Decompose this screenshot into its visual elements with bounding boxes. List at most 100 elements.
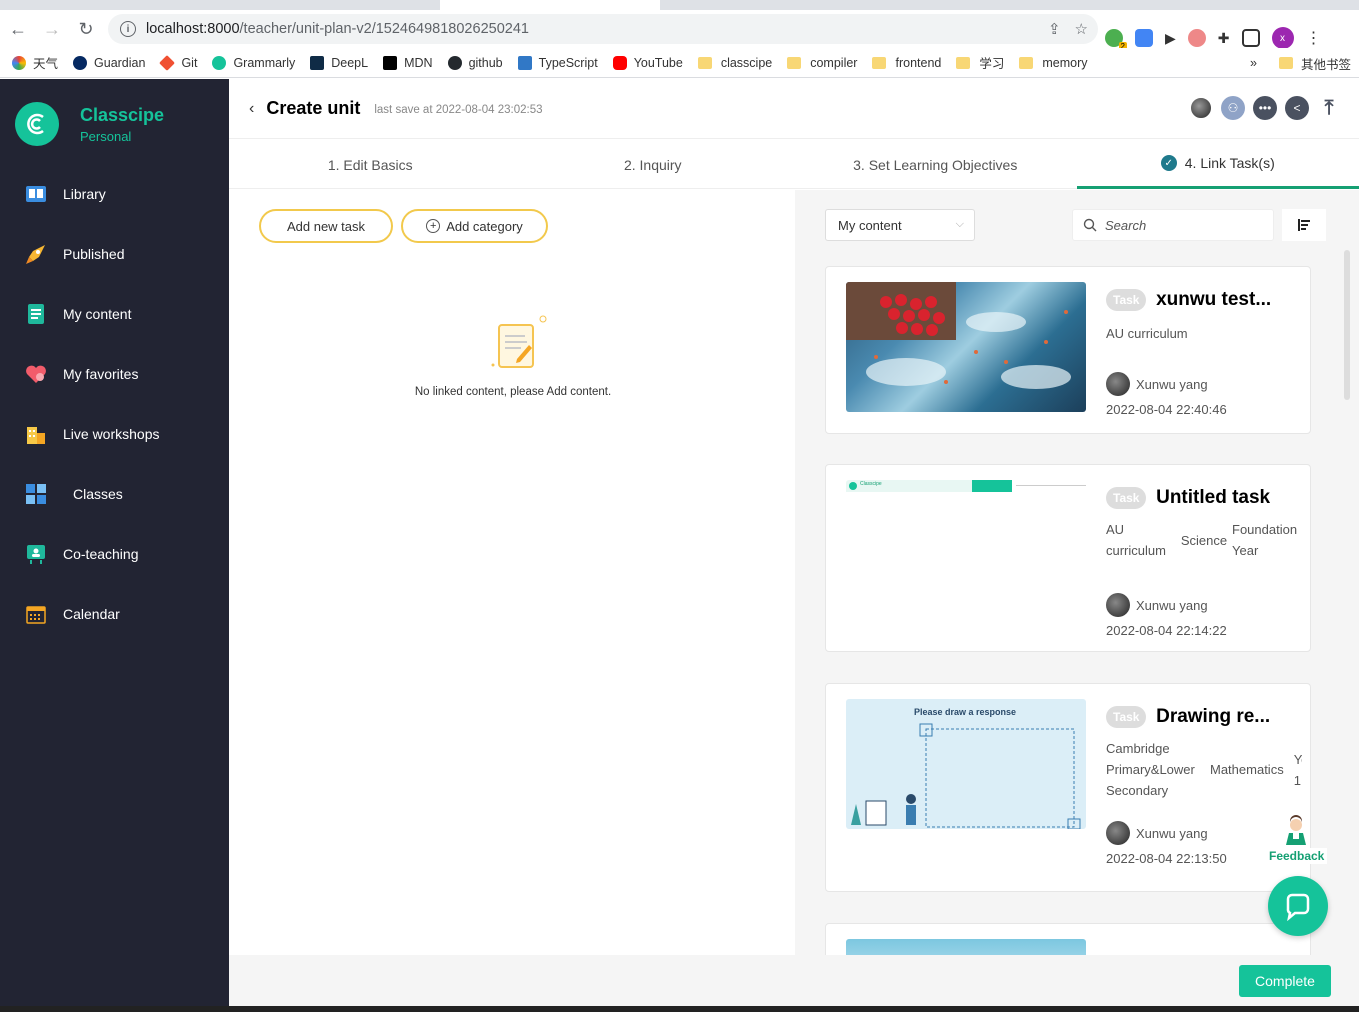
menu-dots-icon[interactable]: ⋮ [1306,28,1322,48]
content-source-select[interactable]: My content ⌵ [825,209,975,241]
calendar-icon [25,603,47,625]
card-author: Xunwu yang [1106,372,1306,396]
content-card[interactable]: Task xunwu test... AU curriculum Xunwu y… [825,266,1311,434]
add-new-task-button[interactable]: Add new task [259,209,393,243]
bookmark-folder-memory[interactable]: memory [1019,56,1088,70]
bookmark-label: 学习 [979,57,1005,71]
empty-state: No linked content, please Add content. [409,315,617,398]
author-name: Xunwu yang [1136,825,1208,841]
share-icon[interactable]: ⇪ [1048,20,1061,38]
publish-upload-icon[interactable]: ⤒ [1317,96,1341,120]
card-thumbnail [846,939,1086,955]
play-icon[interactable]: ▶ [1165,30,1176,47]
profile-avatar[interactable]: x [1271,27,1294,49]
sidepanel-icon[interactable] [1241,29,1260,47]
tab-link-tasks[interactable]: ✓ 4. Link Task(s) [1076,140,1359,189]
sidebar-item-live-workshops[interactable]: Live workshops [0,404,229,464]
bookmark-folder-study[interactable]: 学习 [956,53,1004,72]
sidebar: Classcipe Personal Library Published My … [0,79,229,1006]
user-avatar[interactable] [1189,96,1213,120]
select-value: My content [838,217,902,233]
content-card[interactable]: Please draw a response Task Drawing re..… [825,683,1311,892]
taskbar-strip [0,1006,1359,1012]
browser-toolbar: ← → ↻ i localhost:8000/teacher/unit-plan… [0,10,1359,51]
tab-edit-basics[interactable]: 1. Edit Basics [229,140,512,189]
folder-icon [872,56,887,69]
card-type-badge: Task [1106,289,1147,311]
forward-arrow-icon[interactable]: → [36,13,68,45]
scrollbar-thumb[interactable] [1344,250,1350,400]
bookmark-grammarly[interactable]: Grammarly [212,55,296,70]
tab-inquiry[interactable]: 2. Inquiry [512,140,795,189]
puzzle-icon[interactable]: ✚ [1218,30,1230,47]
sidebar-item-calendar[interactable]: Calendar [0,584,229,644]
comment-icon[interactable]: ••• [1253,96,1277,120]
content-card[interactable] [825,923,1311,955]
bookmark-youtube[interactable]: YouTube [612,55,683,70]
extension-icon[interactable]: 2 [1105,29,1127,51]
folder-icon [1019,56,1034,69]
author-avatar [1106,821,1130,845]
sidebar-item-my-favorites[interactable]: My favorites [0,344,229,404]
address-bar[interactable]: i localhost:8000/teacher/unit-plan-v2/15… [108,14,1098,44]
search-input[interactable]: Search [1072,209,1274,241]
step-tabs: 1. Edit Basics 2. Inquiry 3. Set Learnin… [229,140,1359,189]
button-label: Add category [446,218,523,234]
tab-learning-objectives[interactable]: 3. Set Learning Objectives [794,140,1077,189]
card-type-badge: Task [1106,487,1147,509]
bookmark-github[interactable]: github [447,55,503,70]
page-footer: Complete [229,955,1359,1006]
bookmark-label: TypeScript [538,55,598,70]
bookmark-guardian[interactable]: Guardian [73,55,145,70]
author-avatar [1106,593,1130,617]
card-date: 2022-08-04 22:14:22 [1106,623,1227,638]
bookmark-typescript[interactable]: TypeScript [517,55,598,70]
scrollbar[interactable] [1344,250,1350,950]
bookmark-folder-frontend[interactable]: frontend [872,56,941,70]
bookmark-mdn[interactable]: MDN [383,55,433,70]
back-chevron-icon[interactable]: ‹ [249,100,254,118]
sidebar-item-library[interactable]: Library [0,164,229,224]
bookmark-deepl[interactable]: DeepL [310,55,368,70]
bookmark-weather[interactable]: 天气 [12,53,58,72]
bookmark-star-icon[interactable]: ☆ [1075,20,1088,38]
sidebar-item-label: Library [63,186,106,202]
page-header: ‹ Create unit last save at 2022-08-04 23… [229,79,1359,139]
check-circle-icon: ✓ [1160,155,1177,171]
extension-face-icon[interactable] [1187,29,1206,47]
add-category-button[interactable]: + Add category [401,209,548,243]
card-meta-item: Foundation Year [1232,522,1298,558]
translate-icon[interactable] [1135,29,1153,47]
collaborators-icon[interactable]: ⚇ [1221,96,1245,120]
brand[interactable]: Classcipe Personal [15,102,164,146]
card-meta-item: Science [1180,532,1228,548]
sidebar-menu: Library Published My content My favorite… [0,164,229,644]
reload-icon[interactable]: ↻ [70,13,102,45]
chat-icon [1286,893,1310,921]
share-icon[interactable]: < [1285,96,1309,120]
other-bookmarks[interactable]: 其他书签 [1301,54,1351,73]
site-info-icon[interactable]: i [120,21,136,37]
bookmark-git[interactable]: Git [159,54,197,71]
sidebar-item-my-content[interactable]: My content [0,284,229,344]
sidebar-item-classes[interactable]: Classes [0,464,229,524]
content-card[interactable]: Classcipe Task Untitled task AU curricul… [825,464,1311,652]
grid-icon [25,483,47,505]
feedback-widget[interactable]: Feedback [1266,815,1328,864]
bookmark-label: Grammarly [233,55,296,70]
author-avatar [1106,372,1130,396]
sidebar-item-published[interactable]: Published [0,224,229,284]
youtube-icon [612,55,627,70]
bookmark-folder-classcipe[interactable]: classcipe [697,56,772,70]
back-arrow-icon[interactable]: ← [2,13,34,45]
bookmark-folder-compiler[interactable]: compiler [787,56,857,70]
classcipe-logo-icon [15,102,59,146]
bookmarks-overflow[interactable]: » [1250,56,1257,70]
active-tab[interactable] [440,0,660,10]
chat-launcher-button[interactable] [1268,876,1328,936]
bookmark-label: MDN [404,55,433,70]
thumb-text: Classcipe [860,481,882,487]
complete-button[interactable]: Complete [1239,965,1331,997]
filter-button[interactable] [1282,209,1326,241]
sidebar-item-co-teaching[interactable]: Co-teaching [0,524,229,584]
